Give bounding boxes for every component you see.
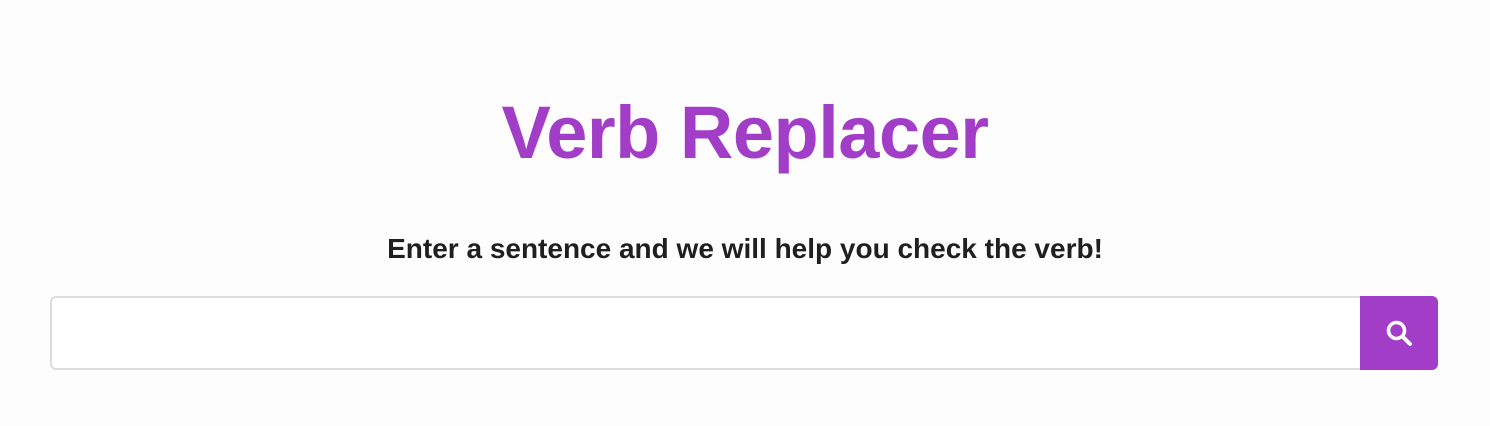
search-button[interactable] [1360,296,1438,370]
page-title: Verb Replacer [501,91,989,174]
search-icon [1386,320,1412,346]
search-bar [50,296,1438,370]
sentence-input[interactable] [50,296,1360,370]
page-subtitle: Enter a sentence and we will help you ch… [387,233,1103,264]
page: Verb Replacer Enter a sentence and we wi… [0,0,1490,426]
